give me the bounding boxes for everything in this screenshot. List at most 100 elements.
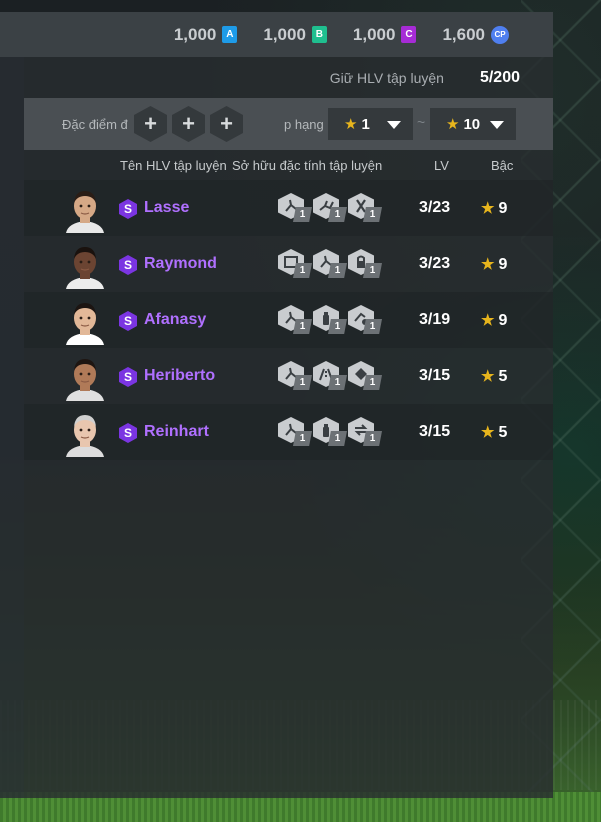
rank-max-dropdown[interactable]: ★ 10 — [430, 108, 516, 140]
trait-level: 1 — [328, 375, 347, 390]
trait-level: 1 — [293, 263, 312, 278]
grade-value: 9 — [498, 256, 508, 273]
tier-badge: S — [119, 311, 137, 331]
kick-trait-icon[interactable]: 1 — [278, 305, 312, 335]
plus-icon: + — [144, 111, 157, 136]
trait-level: 1 — [328, 207, 347, 222]
coach-name: Raymond — [144, 255, 217, 272]
tools-trait-icon[interactable]: 1 — [348, 193, 382, 223]
coach-name: Lasse — [144, 199, 190, 216]
road-trait-icon[interactable]: 1 — [313, 361, 347, 391]
currency-amount: 1,000 — [173, 24, 217, 44]
coach-row[interactable]: S Raymond 1 1 1 3/23 ★ 9 — [24, 236, 553, 292]
rank-min-dropdown[interactable]: ★ 1 — [328, 108, 413, 140]
trait-level: 1 — [363, 375, 382, 390]
coach-grade: ★ 9 — [481, 311, 507, 330]
star-icon: ★ — [446, 116, 460, 133]
tier-badge: S — [119, 423, 137, 443]
currency-b: 1,000 B — [263, 25, 327, 45]
trait-level: 1 — [363, 207, 382, 222]
trait-level: 1 — [293, 207, 312, 222]
column-header-grade[interactable]: Bậc — [491, 158, 513, 173]
currency-amount: 1,600 — [442, 24, 485, 44]
b-token-icon: B — [311, 26, 327, 43]
coach-avatar — [64, 353, 106, 401]
bottle-trait-icon[interactable]: 1 — [313, 417, 347, 447]
column-header-name[interactable]: Tên HLV tập luyện — [120, 158, 227, 173]
coach-grade: ★ 5 — [481, 423, 507, 442]
trait-level: 1 — [328, 431, 347, 446]
plus-icon: + — [182, 111, 195, 136]
trait-level: 1 — [328, 319, 347, 334]
grade-value: 9 — [498, 200, 508, 217]
star-icon: ★ — [481, 200, 495, 217]
cp-coin-icon: CP — [491, 25, 509, 44]
coach-list: S Lasse 111 3/23 ★ 9 S Raymond 111 3/23 ★… — [24, 180, 553, 460]
save-trait-icon[interactable]: 1 — [348, 361, 382, 391]
coach-level: 3/15 — [419, 423, 451, 440]
swap-trait-icon[interactable]: 1 — [348, 417, 382, 447]
rank-min-value: 1 — [361, 115, 370, 133]
currency-bar: 1,000 A 1,000 B 1,000 C 1,600 CP — [0, 12, 553, 57]
kick-trait-icon[interactable]: 1 — [278, 361, 312, 391]
grade-value: 5 — [498, 368, 508, 385]
coach-row[interactable]: S Afanasy 1 1 1 3/19 ★ 9 — [24, 292, 553, 348]
coach-level: 3/23 — [419, 199, 451, 216]
star-icon: ★ — [481, 256, 495, 273]
tier-badge: S — [119, 199, 137, 219]
coach-list-panel: Giữ HLV tập luyện 5/200 Đặc điểm đ + + +… — [24, 57, 553, 798]
chevron-down-icon — [387, 121, 401, 129]
trait-level: 1 — [328, 263, 347, 278]
kick-trait-icon[interactable]: 1 — [313, 249, 347, 279]
trait-level: 1 — [293, 431, 312, 446]
filter-bar: Đặc điểm đ + + + p hạng ★ 1 ~ ★ 10 — [24, 98, 553, 150]
coach-grade: ★ 9 — [481, 199, 507, 218]
chevron-down-icon — [490, 121, 504, 129]
column-header-traits[interactable]: Sở hữu đặc tính tập luyện — [232, 158, 382, 173]
plus-icon: + — [220, 111, 233, 136]
lock-trait-icon[interactable]: 1 — [348, 249, 382, 279]
kick-trait-icon[interactable]: 1 — [278, 193, 312, 223]
coach-name: Afanasy — [144, 311, 207, 328]
hold-value: 5/200 — [479, 68, 520, 86]
rank-max-value: 10 — [463, 115, 481, 133]
trait-level: 1 — [363, 319, 382, 334]
grade-value: 5 — [498, 424, 508, 441]
goal-trait-icon[interactable]: 1 — [278, 249, 312, 279]
add-attribute-button[interactable]: + — [210, 106, 243, 142]
rank-filter-label: p hạng — [284, 117, 324, 132]
side-panel-edge — [0, 12, 24, 798]
table-header: Tên HLV tập luyện Sở hữu đặc tính tập lu… — [24, 150, 553, 180]
attribute-filter-label: Đặc điểm đ — [62, 117, 128, 132]
coach-level: 3/19 — [419, 311, 451, 328]
coach-row[interactable]: S Reinhart 1 1 1 3/15 ★ 5 — [24, 404, 553, 460]
range-separator: ~ — [417, 114, 426, 130]
trait-level: 1 — [293, 319, 312, 334]
currency-c: 1,000 C — [353, 25, 417, 45]
sprint-trait-icon[interactable]: 1 — [313, 193, 347, 223]
kick-trait-icon[interactable]: 1 — [278, 417, 312, 447]
star-icon: ★ — [481, 424, 495, 441]
hold-count-bar: Giữ HLV tập luyện 5/200 — [24, 57, 553, 98]
c-token-icon: C — [401, 26, 417, 43]
coach-grade: ★ 5 — [481, 367, 507, 386]
coach-name: Heriberto — [144, 367, 216, 384]
currency-cp: 1,600 CP — [442, 25, 509, 45]
tier-badge: S — [119, 367, 137, 387]
a-token-icon: A — [222, 26, 238, 43]
grade-value: 9 — [498, 312, 508, 329]
coach-avatar — [64, 409, 106, 457]
star-icon: ★ — [481, 368, 495, 385]
bottle-trait-icon[interactable]: 1 — [313, 305, 347, 335]
dribble-trait-icon[interactable]: 1 — [348, 305, 382, 335]
coach-avatar — [64, 297, 106, 345]
trait-level: 1 — [293, 375, 312, 390]
add-attribute-button[interactable]: + — [134, 106, 167, 142]
trait-level: 1 — [363, 263, 382, 278]
currency-a: 1,000 A — [174, 25, 238, 45]
column-header-lv[interactable]: LV — [434, 158, 449, 173]
coach-row[interactable]: S Heriberto 1 1 1 3/15 ★ 5 — [24, 348, 553, 404]
coach-row[interactable]: S Lasse 1 1 1 3/23 ★ 9 — [24, 180, 553, 236]
add-attribute-button[interactable]: + — [172, 106, 205, 142]
coach-grade: ★ 9 — [481, 255, 507, 274]
